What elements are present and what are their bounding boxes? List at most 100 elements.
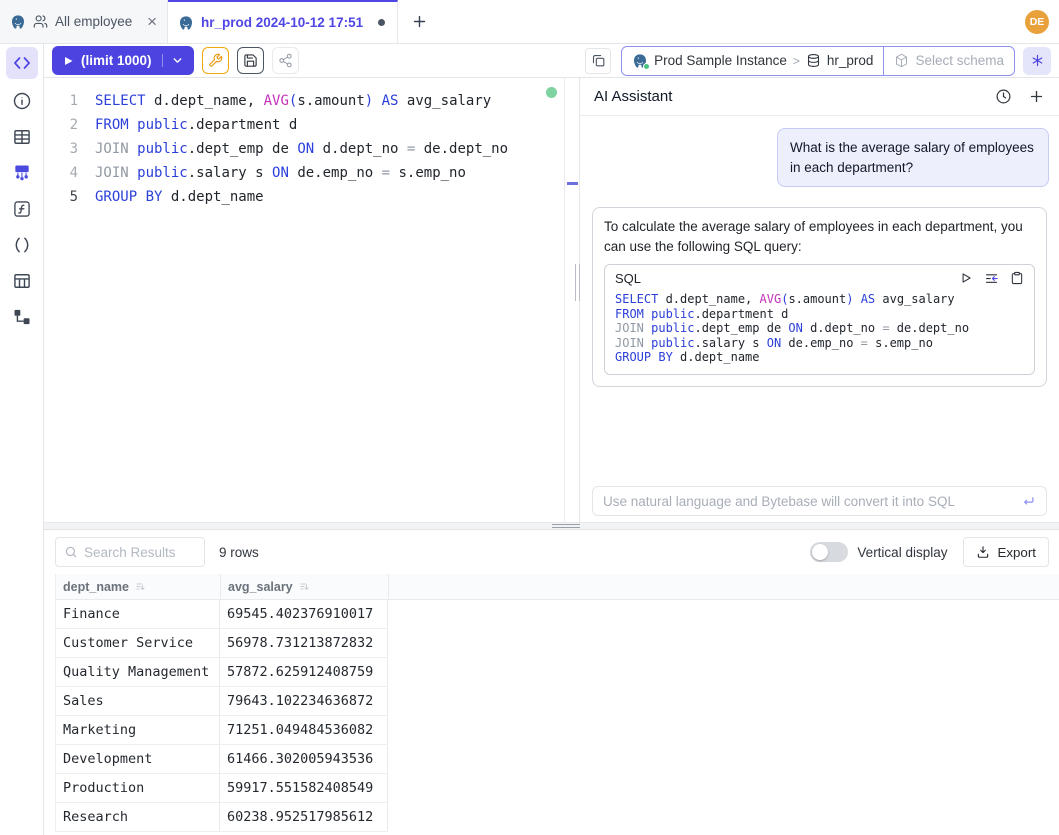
schema-selector[interactable]: Select schema: [883, 47, 1014, 75]
wrench-icon: [208, 53, 223, 68]
table-cell[interactable]: Development: [55, 745, 220, 774]
add-tab-button[interactable]: [398, 0, 440, 43]
submit-return-icon[interactable]: [1021, 494, 1036, 509]
sidebar-item-tables[interactable]: [6, 121, 38, 153]
splitter-grip-icon: [552, 524, 580, 528]
line-number: 3: [44, 137, 78, 161]
table-cell[interactable]: 71251.049484536082: [220, 716, 388, 745]
table-row: Finance69545.402376910017: [55, 600, 1059, 629]
copy-icon[interactable]: [1010, 271, 1024, 285]
new-chat-plus-icon[interactable]: [1028, 88, 1045, 105]
line-number: 4: [44, 161, 78, 185]
postgresql-icon: [632, 53, 648, 69]
avatar[interactable]: DE: [1025, 10, 1049, 34]
history-clock-icon[interactable]: [995, 88, 1012, 105]
row-count: 9 rows: [219, 545, 259, 560]
ai-prompt-input[interactable]: [603, 494, 1021, 509]
table-cell[interactable]: 60238.952517985612: [220, 803, 388, 832]
sql-token: AS: [373, 93, 398, 109]
run-options-chevron[interactable]: [162, 54, 184, 67]
ai-panel-header: AI Assistant: [580, 78, 1059, 116]
table-cell[interactable]: Production: [55, 774, 220, 803]
sql-token: ON: [272, 165, 289, 181]
sql-token: ): [365, 93, 373, 109]
export-label: Export: [997, 545, 1036, 560]
run-sql-icon[interactable]: [959, 271, 973, 285]
line-number: 5: [44, 185, 78, 209]
sql-token: .dept_emp de: [694, 321, 788, 335]
left-sidebar: [0, 44, 44, 835]
schema-cube-icon: [894, 53, 909, 68]
batch-query-button[interactable]: [585, 48, 611, 74]
sql-token: d.dept_name: [673, 350, 760, 364]
sidebar-item-schema-diagram[interactable]: [6, 157, 38, 189]
sql-token: d.dept_no: [314, 141, 407, 157]
search-results-box: [55, 537, 205, 567]
sql-token: SELECT: [615, 292, 658, 306]
toggle-knob: [812, 544, 828, 560]
sql-token: de.dept_no: [415, 141, 508, 157]
run-query-button[interactable]: (limit 1000): [52, 46, 194, 75]
sql-editor[interactable]: 1SELECT d.dept_name, AVG(s.amount) AS av…: [44, 78, 565, 522]
sidebar-item-functions[interactable]: [6, 193, 38, 225]
line-number: 1: [44, 89, 78, 113]
sql-token: SELECT: [95, 93, 146, 109]
table-cell[interactable]: Customer Service: [55, 629, 220, 658]
connection-breadcrumb: Prod Sample Instance > hr_prod Select sc…: [621, 46, 1015, 76]
postgresql-icon: [178, 15, 194, 31]
tab-hr-prod[interactable]: hr_prod 2024-10-12 17:51: [168, 0, 398, 43]
connection-status-dot: [643, 63, 650, 70]
sidebar-item-procedures[interactable]: [6, 229, 38, 261]
table-cell[interactable]: Quality Management: [55, 658, 220, 687]
code-line[interactable]: 1SELECT d.dept_name, AVG(s.amount) AS av…: [44, 89, 564, 113]
sql-block-header: SQL: [605, 265, 1034, 290]
sidebar-item-views[interactable]: [6, 265, 38, 297]
table-cell[interactable]: 79643.102234636872: [220, 687, 388, 716]
line-number: 2: [44, 113, 78, 137]
column-header-dept_name[interactable]: dept_name: [56, 574, 221, 599]
results-table: dept_name avg_salary Finance69545.4023769…: [55, 574, 1059, 835]
horizontal-resize-handle[interactable]: [44, 522, 1059, 530]
code-line[interactable]: 3JOIN public.dept_emp de ON d.dept_no = …: [44, 137, 564, 161]
vertical-display-toggle[interactable]: [810, 542, 848, 562]
code-line[interactable]: 2FROM public.department d: [44, 113, 564, 137]
close-icon[interactable]: ×: [147, 13, 157, 30]
search-results-input[interactable]: [84, 545, 196, 560]
sidebar-item-info[interactable]: [6, 85, 38, 117]
table-cell[interactable]: Finance: [55, 600, 220, 629]
insert-into-editor-icon[interactable]: [984, 271, 999, 286]
admin-wrench-button[interactable]: [202, 47, 229, 74]
sql-token: d.dept_no: [803, 321, 882, 335]
share-button[interactable]: [272, 47, 299, 74]
table-cell[interactable]: 57872.625912408759: [220, 658, 388, 687]
table-row: Development61466.302005943536: [55, 745, 1059, 774]
sql-token: =: [882, 321, 889, 335]
table-cell[interactable]: Research: [55, 803, 220, 832]
sql-token: .department d: [694, 307, 788, 321]
table-cell[interactable]: 59917.551582408549: [220, 774, 388, 803]
column-label: dept_name: [63, 580, 129, 594]
vertical-display-label: Vertical display: [857, 545, 947, 560]
table-cell[interactable]: Sales: [55, 687, 220, 716]
sql-token: s.emp_no: [868, 336, 933, 350]
code-line[interactable]: 5GROUP BY d.dept_name: [44, 185, 564, 209]
connection-selector[interactable]: Prod Sample Instance > hr_prod: [622, 47, 883, 75]
sidebar-item-data-flow[interactable]: [6, 301, 38, 333]
code-line[interactable]: 4JOIN public.salary s ON de.emp_no = s.e…: [44, 161, 564, 185]
table-cell[interactable]: 69545.402376910017: [220, 600, 388, 629]
table-cell[interactable]: 61466.302005943536: [220, 745, 388, 774]
schema-placeholder: Select schema: [915, 53, 1004, 68]
database-name: hr_prod: [827, 53, 874, 68]
sidebar-item-sql-editor[interactable]: [6, 47, 38, 79]
column-header-avg_salary[interactable]: avg_salary: [221, 574, 389, 599]
export-button[interactable]: Export: [963, 537, 1049, 567]
sort-icon[interactable]: [135, 581, 147, 593]
sort-icon[interactable]: [299, 581, 311, 593]
table-cell[interactable]: Marketing: [55, 716, 220, 745]
table-cell[interactable]: 56978.731213872832: [220, 629, 388, 658]
tab-all-employee[interactable]: All employee ×: [0, 0, 168, 43]
sql-token: ON: [297, 141, 314, 157]
openai-assistant-button[interactable]: [1023, 47, 1051, 75]
save-sheet-button[interactable]: [237, 47, 264, 74]
connection-health-dot: [546, 87, 557, 98]
